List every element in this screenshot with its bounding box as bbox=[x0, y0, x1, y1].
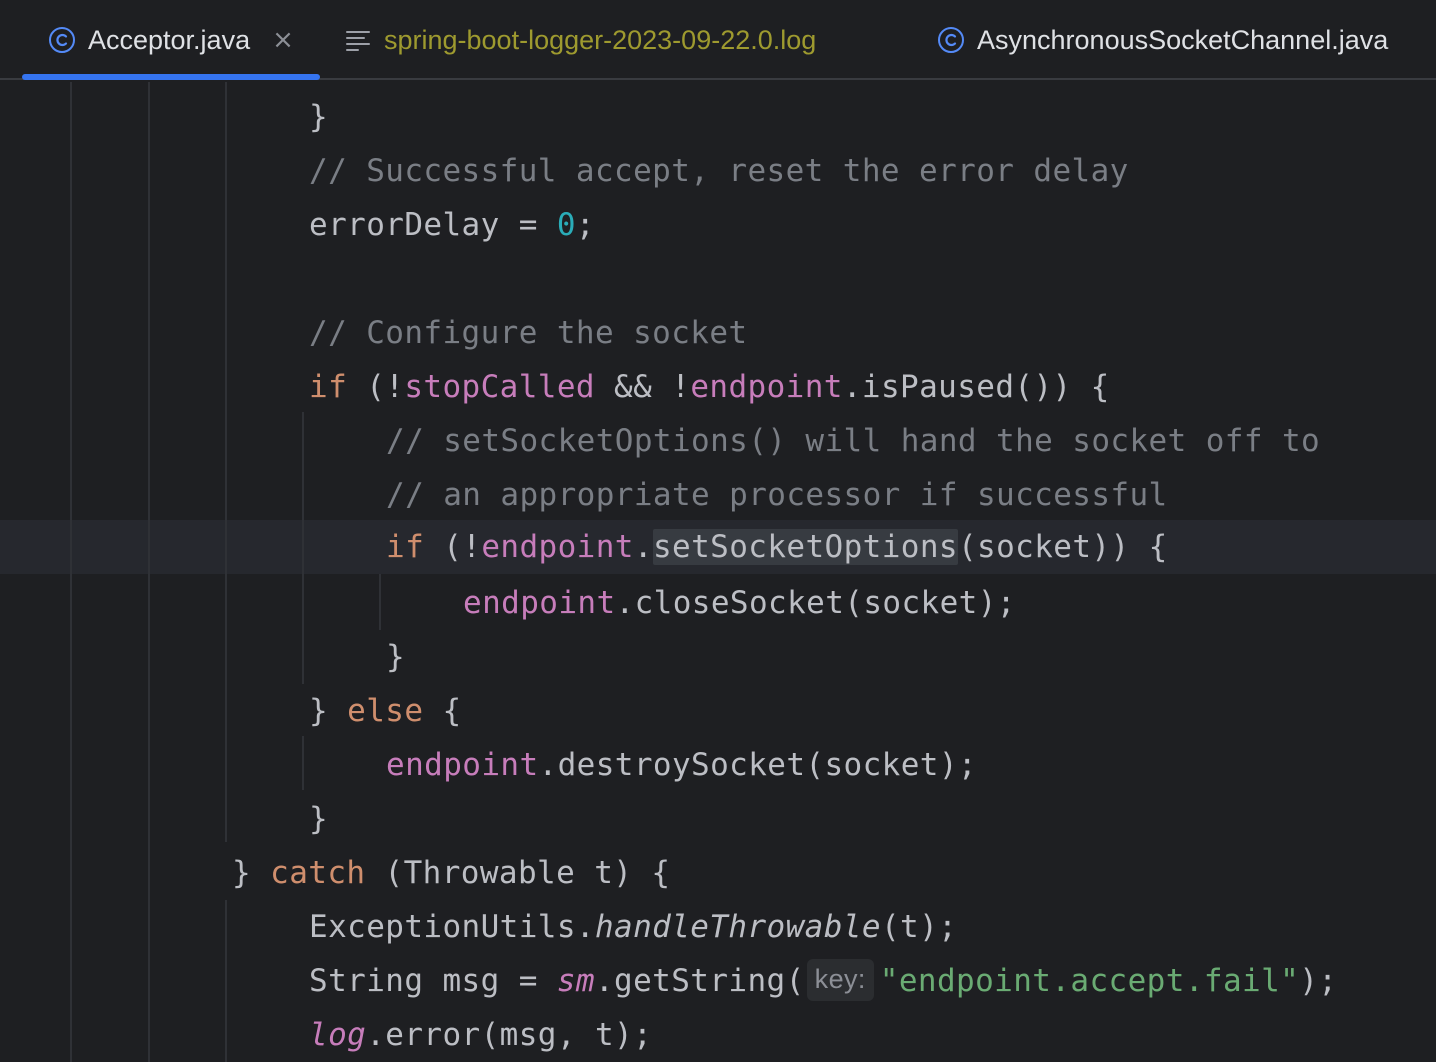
indent-guide bbox=[302, 736, 304, 790]
code-line: errorDelay = 0; bbox=[309, 207, 595, 243]
code-line: } bbox=[309, 99, 329, 135]
code-line: // an appropriate processor if successfu… bbox=[386, 468, 1168, 522]
tab-label: spring-boot-logger-2023-09-22.0.log bbox=[384, 24, 817, 55]
code-line: String msg = sm.getString(key: "endpoint.… bbox=[309, 954, 1337, 1008]
code-line: // Configure the socket bbox=[309, 306, 747, 360]
editor-tab-bar: Acceptor.java × spring-boot-logger-2023-… bbox=[0, 0, 1436, 80]
tab-asynchronous-socket-channel-java[interactable]: AsynchronousSocketChannel.java bbox=[937, 0, 1388, 80]
tab-label: AsynchronousSocketChannel.java bbox=[977, 24, 1389, 55]
class-icon bbox=[48, 26, 76, 54]
code-line: endpoint.destroySocket(socket); bbox=[386, 747, 977, 783]
code-line: endpoint.closeSocket(socket); bbox=[463, 585, 1016, 621]
string-literal: "endpoint.accept.fail" bbox=[879, 963, 1300, 999]
indent-guide bbox=[148, 82, 150, 1062]
parameter-hint: key: bbox=[806, 958, 874, 1001]
comment: // an appropriate processor if successfu… bbox=[386, 477, 1168, 513]
code-line: } else { bbox=[309, 693, 462, 729]
comment: // setSocketOptions() will hand the sock… bbox=[386, 423, 1321, 459]
close-icon[interactable]: × bbox=[272, 25, 294, 55]
code-line: // Successful accept, reset the error de… bbox=[309, 144, 1129, 198]
code-editor[interactable]: } // Successful accept, reset the error … bbox=[0, 82, 1436, 1062]
code-line-current: if (!endpoint.setSocketOptions(socket)) … bbox=[386, 529, 1168, 565]
code-line: } bbox=[386, 639, 406, 675]
class-icon bbox=[937, 26, 965, 54]
code-line: log.error(msg, t); bbox=[309, 1017, 653, 1053]
indent-guide bbox=[379, 574, 381, 630]
active-tab-indicator bbox=[22, 74, 320, 80]
tab-spring-boot-log[interactable]: spring-boot-logger-2023-09-22.0.log bbox=[344, 0, 816, 80]
indent-guide bbox=[225, 82, 227, 842]
code-line: if (!stopCalled && !endpoint.isPaused())… bbox=[309, 369, 1110, 405]
number-literal: 0 bbox=[556, 207, 576, 243]
tab-label: Acceptor.java bbox=[88, 24, 251, 55]
indent-guide bbox=[225, 900, 227, 1062]
symbol-highlight: setSocketOptions bbox=[652, 529, 958, 565]
comment: // Successful accept, reset the error de… bbox=[309, 153, 1129, 189]
code-line: // setSocketOptions() will hand the sock… bbox=[386, 414, 1320, 468]
tab-acceptor-java[interactable]: Acceptor.java × bbox=[48, 0, 294, 80]
comment: // Configure the socket bbox=[309, 315, 748, 351]
indent-guide bbox=[70, 82, 72, 1062]
code-line: } catch (Throwable t) { bbox=[232, 855, 671, 891]
code-line: ExceptionUtils.handleThrowable(t); bbox=[309, 909, 958, 945]
log-file-icon bbox=[344, 26, 372, 54]
indent-guide bbox=[302, 412, 304, 684]
code-line: } bbox=[309, 801, 329, 837]
